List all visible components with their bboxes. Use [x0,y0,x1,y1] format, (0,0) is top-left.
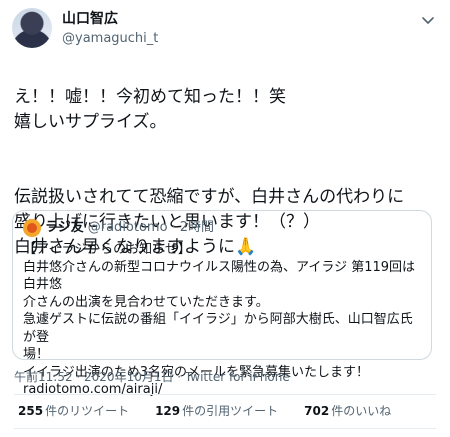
stat-count: 129 [155,404,181,418]
quote-tweet-count[interactable]: 129 件の引用ツイート [155,402,278,420]
divider [14,394,436,395]
quoted-name: ラジ友 [45,220,84,235]
separator-dot: · [171,220,176,235]
tweet: 山口智広 @yamaguchi_t え！！嘘！！今初めて知った！！笑 嬉しいサプ… [0,0,450,437]
quoted-line: 介さんの出演を見合わせていただきます。 [23,294,269,310]
stat-label: 件の引用ツイート [182,404,279,418]
quoted-line: 【アイラジからのお知らせ】 [23,242,191,257]
like-count[interactable]: 702 件のいいね [304,402,391,420]
quoted-line: 白井悠介さんの新型コロナウイルス陽性の為、アイラジ 第119回は白井悠 [23,259,416,293]
quoted-header: ラジ友 @radiotomo · 2時間 [23,219,214,237]
quoted-line: 急遽ゲストに伝説の番組「イイラジ」から阿部大樹氏、山口智広氏が登 [23,312,413,345]
tweet-header: 山口智広 @yamaguchi_t [12,8,438,56]
stat-count: 255 [18,404,44,418]
quoted-avatar [23,219,41,237]
quoted-tweet[interactable]: ラジ友 @radiotomo · 2時間 【アイラジからのお知らせ】 白井悠介さ… [12,210,432,397]
retweet-count[interactable]: 255 件のリツイート [18,402,129,420]
stat-label: 件のリツイート [45,404,130,418]
chevron-down-icon[interactable] [420,12,436,28]
author-info[interactable]: 山口智広 @yamaguchi_t [62,10,158,48]
user-handle[interactable]: @yamaguchi_t [62,30,158,48]
tweet-timestamp[interactable]: 午前11:52 · 2020年10月1日 · Twitter for iPhon… [14,369,290,385]
stat-count: 702 [304,404,330,418]
quoted-line: 場！ [23,347,50,362]
divider [14,428,436,429]
stat-label: 件のいいね [331,404,392,418]
avatar[interactable] [12,8,52,48]
tweet-paragraph: え！！嘘！！今初めて知った！！笑 嬉しいサプライズ。 [14,87,286,132]
quoted-time[interactable]: 2時間 [180,219,214,237]
display-name[interactable]: 山口智広 [62,10,158,28]
quoted-handle: @radiotomo [87,220,168,235]
tweet-stats: 255 件のリツイート 129 件の引用ツイート 702 件のいいね [18,402,391,420]
